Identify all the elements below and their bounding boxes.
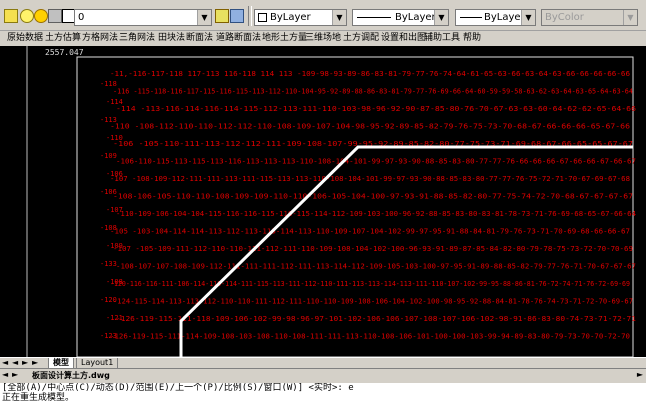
menu-item-field-method[interactable]: 田块法 — [158, 32, 185, 45]
left-elevation-label: -110 — [106, 134, 123, 142]
elevation-label-row: -108-106-105-110-110-108-109-109-110-110… — [113, 193, 633, 201]
elevation-label-row: -126-119-115-111-118-109-106-102-99-98-9… — [116, 315, 636, 323]
menu-item-section-method[interactable]: 断面法 — [186, 32, 213, 45]
layer-select[interactable]: 0 ▼ — [74, 9, 212, 26]
left-elevation-label: -114 — [106, 98, 123, 106]
plotstyle-select[interactable]: ByColor ▼ — [541, 9, 638, 26]
elevation-label-row: -108-107-107-108-109-112-111-111-111-112… — [116, 263, 636, 271]
drawing-canvas[interactable]: 2557.047 -11,-116-117-118 117-113 116-11… — [0, 46, 646, 357]
menu-item-raw-data[interactable]: 原始数据 — [7, 32, 43, 45]
tab-scroll-left2-icon[interactable]: ◄ — [12, 358, 18, 368]
menu-item-earthwork-estimate[interactable]: 土方估算 — [45, 32, 81, 45]
menu-item-road-section-method[interactable]: 道路断面法 — [216, 32, 261, 45]
bulb-icon[interactable] — [20, 9, 34, 23]
status-scroll-right-icon[interactable]: ► — [12, 370, 18, 379]
menu-bar: 原始数据 土方估算 方格网法 三角网法 田块法 断面法 道路断面法 地形土方量 … — [0, 31, 646, 47]
status-scroll-right-end-icon[interactable]: ► — [637, 370, 643, 379]
menu-item-3d-site[interactable]: 三维场地 — [305, 32, 341, 45]
tab-scroll-right2-icon[interactable]: ► — [32, 358, 38, 368]
tab-scroll-right-icon[interactable]: ► — [22, 358, 28, 368]
chevron-down-icon[interactable]: ▼ — [332, 10, 346, 25]
left-elevation-label: -109 — [100, 152, 117, 160]
elevation-label-row: -116 -115-118-116-117-115-116-115-113-11… — [113, 88, 633, 96]
left-elevation-label: -121 — [106, 314, 123, 322]
chevron-down-icon[interactable]: ▼ — [521, 10, 535, 25]
left-elevation-label: -120 — [100, 296, 117, 304]
lineweight-preview-icon — [460, 17, 482, 18]
lineweight-value: ByLayer — [484, 12, 525, 23]
elevation-label-row: -110 -108-112-110-110-112-112-110-108-10… — [110, 123, 630, 131]
command-line-1: [全部(A)/中心点(C)/动态(D)/范围(E)/上一个(P)/比例(S)/窗… — [2, 383, 354, 393]
left-elevation-label: -106 — [100, 188, 117, 196]
left-elevation-label: -113 — [100, 116, 117, 124]
elevation-label-row: -114 -113-116-114-116-114-115-112-113-11… — [116, 105, 636, 113]
menu-item-tools[interactable]: 辅助工具 — [424, 32, 460, 45]
left-elevation-label: -109 — [106, 242, 123, 250]
linetype-select[interactable]: ByLayer ▼ — [352, 9, 449, 26]
menu-item-triangle-method[interactable]: 三角网法 — [119, 32, 155, 45]
menu-item-grid-method[interactable]: 方格网法 — [82, 32, 118, 45]
lock-icon[interactable] — [48, 9, 62, 23]
toolbar-separator — [248, 6, 252, 26]
lineweight-select[interactable]: ByLayer ▼ — [455, 9, 536, 26]
linetype-value: ByLayer — [395, 12, 436, 23]
menu-item-help[interactable]: 帮助 — [463, 32, 481, 45]
color-select[interactable]: ByLayer ▼ — [254, 9, 347, 26]
sun-icon[interactable] — [34, 9, 48, 23]
left-elevation-label: -106 — [106, 170, 123, 178]
left-elevation-label: -123 — [100, 332, 117, 340]
layer-value: 0 — [78, 12, 85, 23]
elevation-label-row: -105 -103-104-114-114-113-112-113-113-11… — [110, 228, 630, 236]
color-value: ByLayer — [270, 12, 311, 23]
elevation-label-row: -124-115-114-113-113-112-110-110-111-112… — [113, 298, 633, 306]
drawing-svg: 2557.047 -11,-116-117-118 117-113 116-11… — [26, 46, 636, 357]
command-window[interactable]: [全部(A)/中心点(C)/动态(D)/范围(E)/上一个(P)/比例(S)/窗… — [0, 383, 646, 403]
elevation-label-row: -106-110-115-113-115-113-116-113-113-113… — [116, 158, 636, 166]
layer-previous-icon[interactable] — [230, 9, 244, 23]
elevation-label-row: -126-119-115-111-114-109-108-103-108-110… — [110, 333, 630, 341]
tab-scroll-left-icon[interactable]: ◄ — [2, 358, 8, 368]
left-elevation-label: -108 — [106, 278, 123, 286]
plotstyle-value: ByColor — [545, 12, 584, 23]
make-current-layer-icon[interactable] — [215, 9, 229, 23]
menu-item-settings-output[interactable]: 设置和出图 — [381, 32, 426, 45]
elevation-label-group: -11,-116-117-118 117-113 116-118 114 113… — [110, 70, 636, 341]
color-swatch-icon — [258, 12, 267, 22]
command-line-2: 正在重生成模型。 — [2, 393, 75, 403]
elevation-label-row: -107 -108-109-112-111-111-113-111-115-11… — [110, 175, 630, 183]
left-elevation-label: -107 — [106, 206, 123, 214]
viewport-frame — [76, 56, 634, 357]
status-bar: ◄ ► 板面设计算土方.dwg ► — [0, 368, 646, 384]
linetype-preview-icon — [357, 17, 391, 18]
elevation-label-row: -107 -105-109-111-112-110-110-111-112-11… — [113, 245, 633, 253]
left-elevation-label: -133 — [100, 260, 117, 268]
status-scroll-left-icon[interactable]: ◄ — [2, 370, 8, 379]
coordinate-readout: 2557.047 — [45, 48, 84, 57]
layer-manager-icon[interactable] — [4, 9, 18, 23]
left-elevation-label: -108 — [100, 224, 117, 232]
chevron-down-icon[interactable]: ▼ — [623, 10, 637, 25]
elevation-label-row: -11,-116-117-118 117-113 116-118 114 113… — [110, 70, 630, 78]
menu-item-earthwork-allocation[interactable]: 土方调配 — [343, 32, 379, 45]
chevron-down-icon[interactable]: ▼ — [197, 10, 211, 25]
file-name: 板面设计算土方.dwg — [32, 371, 110, 380]
elevation-label-row: -110-109-106-104-104-115-116-116-115-116… — [116, 210, 636, 218]
elevation-label-row: -120-116-116-111-106-114-116-114-111-115… — [110, 280, 630, 288]
menu-item-terrain-earthwork[interactable]: 地形土方量 — [262, 32, 307, 45]
toolbar: 0 ▼ ByLayer ▼ ByLayer ▼ ByLayer ▼ ByColo… — [0, 0, 646, 31]
left-elevation-label: -118 — [100, 80, 117, 88]
chevron-down-icon[interactable]: ▼ — [434, 10, 448, 25]
